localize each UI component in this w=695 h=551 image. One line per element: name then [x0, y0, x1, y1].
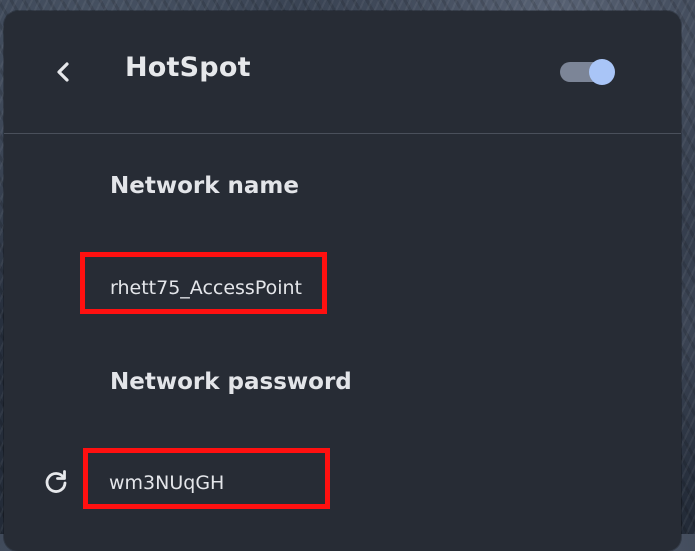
regenerate-password-button[interactable] [40, 466, 72, 498]
page-title: HotSpot [125, 52, 251, 83]
chevron-left-icon [48, 56, 80, 88]
refresh-icon [40, 466, 72, 498]
network-password-value: wm3NUqGH [109, 472, 225, 494]
network-password-label: Network password [110, 369, 352, 395]
panel-header: HotSpot [4, 11, 681, 134]
hotspot-toggle[interactable] [560, 59, 618, 85]
hotspot-settings-panel: HotSpot Network name rhett75_AccessPoint… [4, 11, 681, 551]
network-password-field[interactable]: wm3NUqGH [83, 448, 330, 509]
network-name-field[interactable]: rhett75_AccessPoint [80, 252, 327, 314]
network-name-label: Network name [110, 173, 299, 199]
network-name-value: rhett75_AccessPoint [110, 277, 303, 299]
toggle-knob [589, 59, 615, 85]
back-button[interactable] [48, 56, 80, 88]
